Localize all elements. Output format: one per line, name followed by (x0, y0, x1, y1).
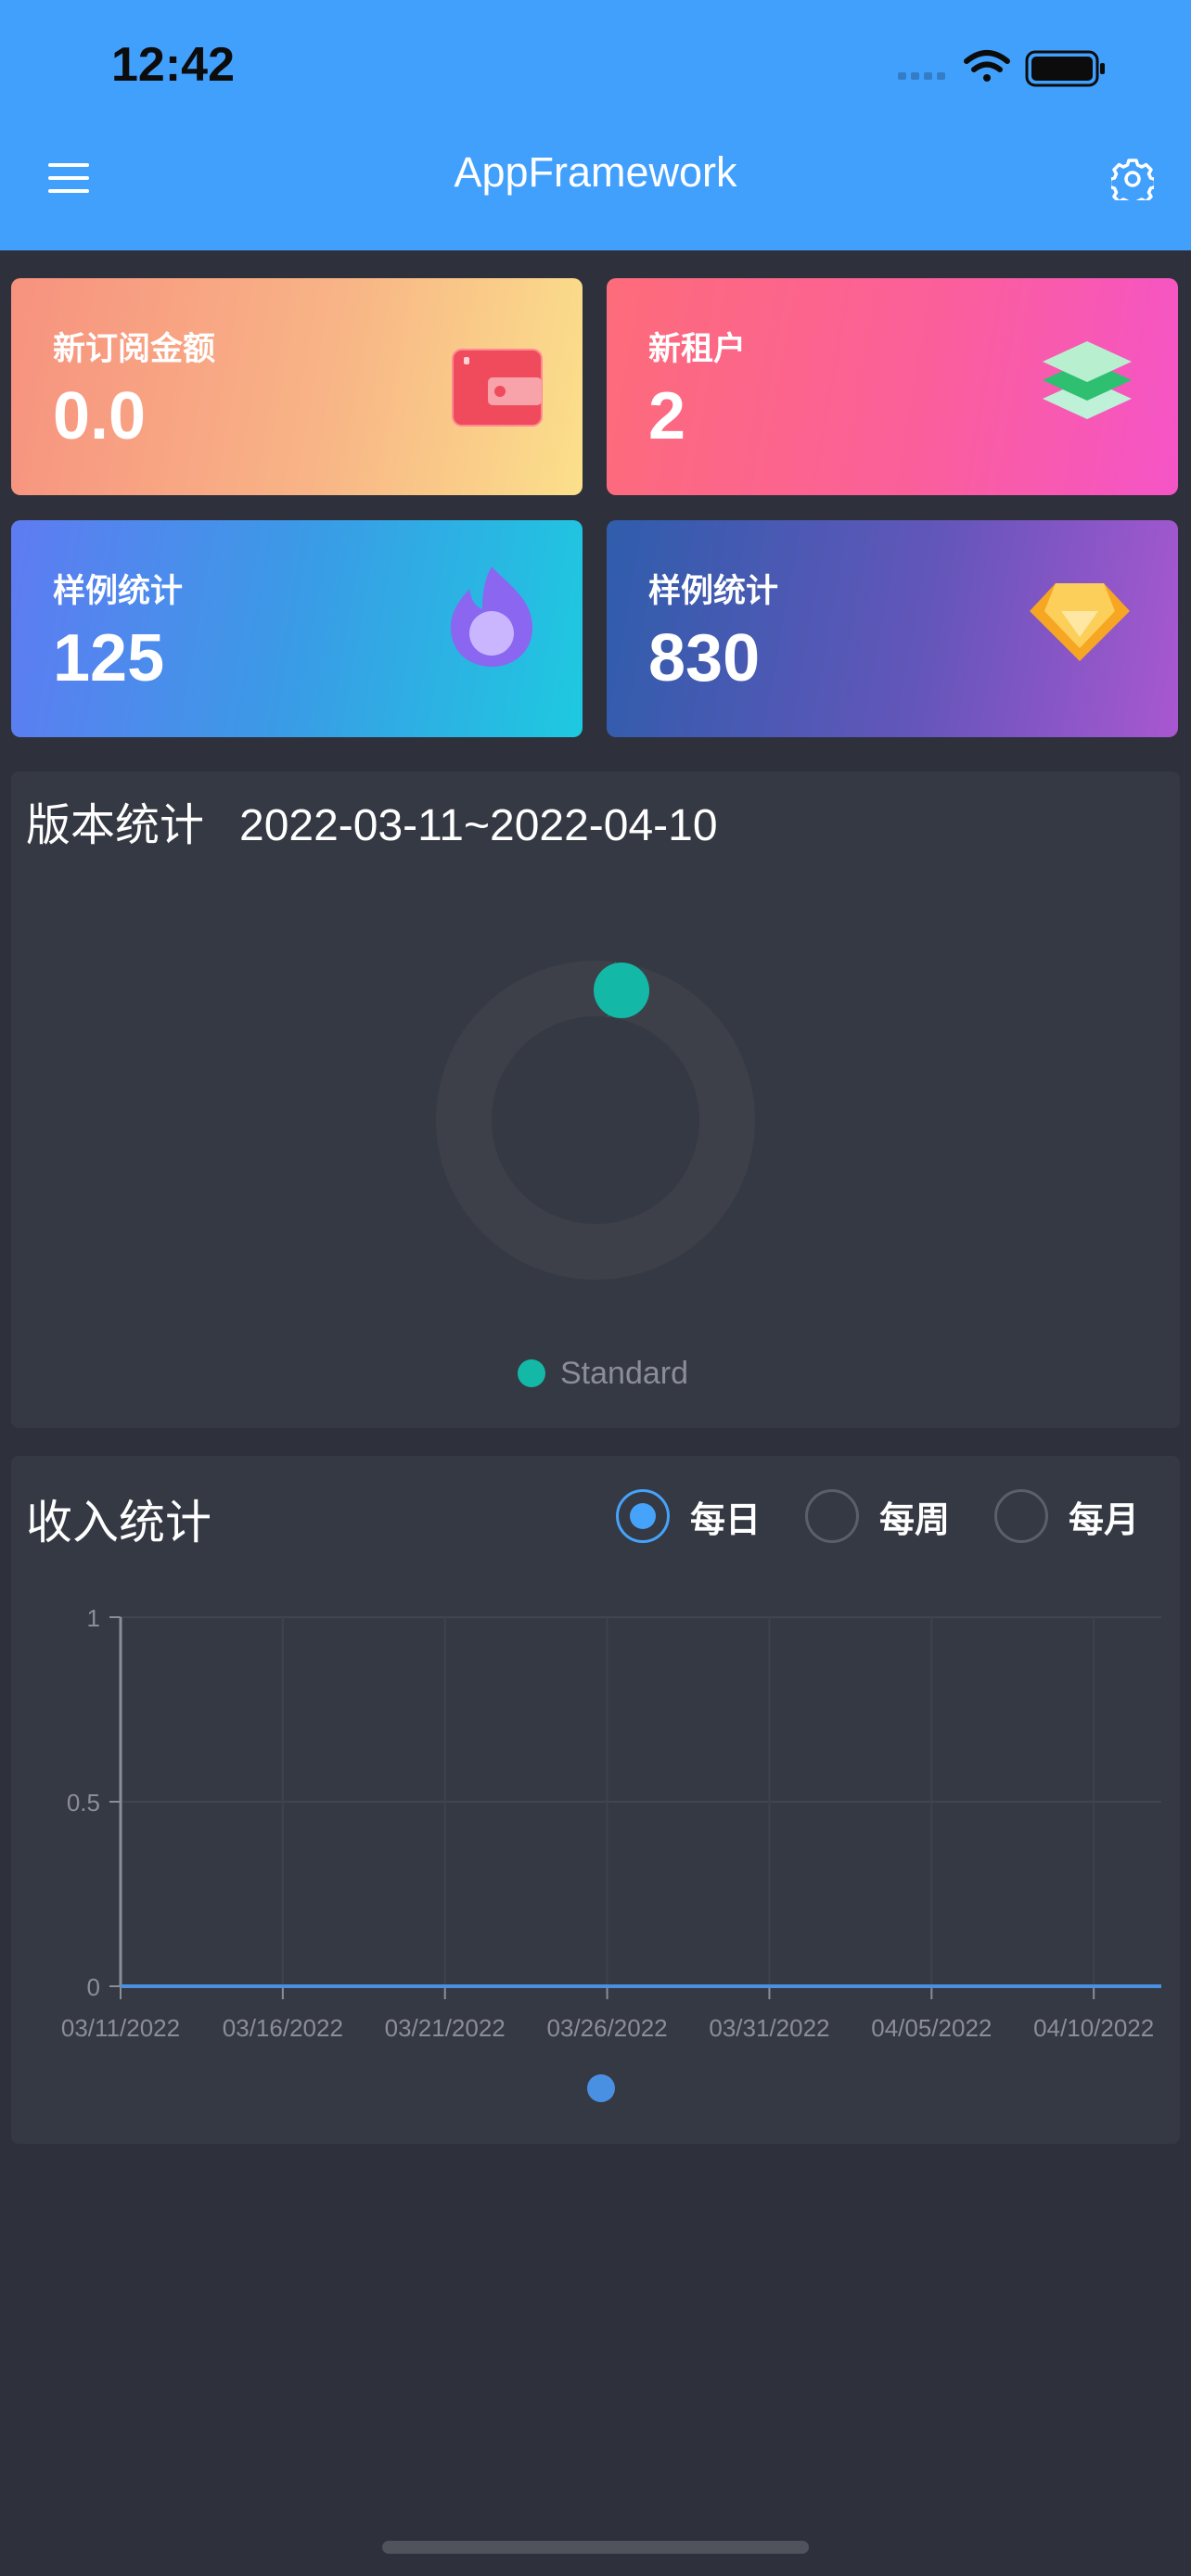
y-tick-label: 0 (87, 1973, 100, 2001)
stat-card-label: 样例统计 (648, 573, 779, 610)
gear-icon[interactable] (1111, 158, 1154, 200)
version-stats-panel: 版本统计 2022-03-11~2022-04-10 Standard (11, 772, 1180, 1428)
status-icons (898, 50, 1105, 87)
battery-icon (1025, 50, 1105, 87)
stat-card-subscription[interactable]: 新订阅金额 0.0 (11, 278, 583, 495)
cellular-signal-icon (898, 72, 945, 80)
stat-card-value: 2 (648, 379, 686, 453)
stat-card-value: 0.0 (53, 379, 147, 453)
donut-track (436, 961, 755, 1280)
stat-card-label: 新订阅金额 (53, 331, 216, 368)
wifi-icon (964, 50, 1010, 82)
x-tick-label: 03/31/2022 (709, 2014, 829, 2042)
y-tick-label: 0.5 (67, 1789, 100, 1817)
stat-card-value: 830 (648, 621, 761, 695)
y-tick-label: 1 (87, 1604, 100, 1632)
donut-label-marker (594, 963, 649, 1018)
stat-card-value: 125 (53, 621, 165, 695)
x-tick-label: 03/11/2022 (61, 2014, 180, 2042)
stat-card-new-tenants[interactable]: 新租户 2 (607, 278, 1178, 495)
x-tick-label: 03/21/2022 (385, 2014, 506, 2042)
stat-card-sample-2[interactable]: 样例统计 830 (607, 520, 1178, 737)
stat-card-label: 样例统计 (53, 573, 184, 610)
status-time: 12:42 (111, 38, 235, 92)
income-stats-panel: 收入统计 每日 每周 每月 0 0.5 1 03/11/2022 03/16/2022 0… (11, 1456, 1180, 2144)
x-tick-label: 03/26/2022 (547, 2014, 668, 2042)
stat-card-sample-1[interactable]: 样例统计 125 (11, 520, 583, 737)
x-tick-label: 04/05/2022 (871, 2014, 992, 2042)
legend-label: Standard (560, 1355, 688, 1391)
layers-icon (1043, 341, 1132, 419)
flame-icon (451, 567, 532, 667)
app-header: 12:42 AppFramework (0, 0, 1191, 250)
income-line-chart: 0 0.5 1 03/11/2022 03/16/2022 03/21/2022 03/26… (61, 1604, 1161, 2102)
version-donut-chart (436, 961, 755, 1280)
stat-card-label: 新租户 (648, 331, 747, 368)
home-indicator[interactable] (382, 2541, 809, 2554)
wallet-icon (452, 349, 543, 427)
legend-color-swatch (518, 1359, 545, 1387)
chart-legend-standard[interactable]: Standard (518, 1350, 688, 1396)
x-tick-label: 04/10/2022 (1033, 2014, 1154, 2042)
page-title: AppFramework (454, 148, 737, 196)
diamond-icon (1030, 583, 1130, 661)
chart-legend-dot (587, 2074, 615, 2102)
x-tick-label: 03/16/2022 (223, 2014, 343, 2042)
